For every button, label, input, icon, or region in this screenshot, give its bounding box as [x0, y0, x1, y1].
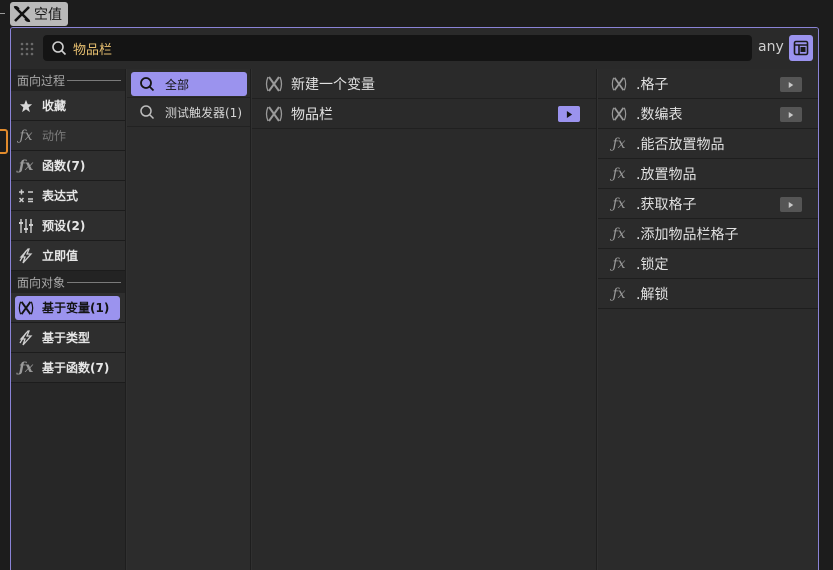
fx-icon: ƒx [18, 359, 34, 376]
category-column: 面向过程 收藏 ƒx 动作 ƒx 函数(7) 表达式 预设(2) 立即值 面向对… [11, 69, 126, 570]
member-item[interactable]: .格子 [598, 69, 818, 99]
section-title-process: 面向过程 [11, 69, 125, 91]
drag-handle-icon[interactable] [19, 41, 35, 57]
star-icon [17, 97, 35, 115]
category-favorites[interactable]: 收藏 [11, 91, 125, 121]
variable-item[interactable]: 物品栏 [252, 99, 596, 129]
variable-x-icon [265, 105, 283, 122]
filter-all[interactable]: 全部 [127, 69, 250, 98]
new-variable-item[interactable]: 新建一个变量 [252, 69, 596, 99]
variable-x-icon [610, 75, 628, 93]
window-layout-icon [793, 40, 809, 56]
section-title-object: 面向对象 [11, 271, 125, 293]
fx-icon: ƒx [612, 255, 626, 272]
filter-test-trigger[interactable]: 测试触发器(1) [127, 98, 250, 127]
category-immediate-value[interactable]: 立即值 [11, 241, 125, 271]
search-icon [140, 77, 155, 92]
category-expressions[interactable]: 表达式 [11, 181, 125, 211]
expand-submenu-button[interactable] [780, 107, 802, 122]
filter-column: 全部 测试触发器(1) [127, 69, 251, 570]
node-tag[interactable]: 空值 [10, 2, 68, 26]
fx-icon: ƒx [612, 135, 626, 152]
variable-x-icon [17, 299, 35, 317]
preset-icon [17, 217, 35, 235]
layout-toggle-button[interactable] [789, 35, 813, 61]
expand-submenu-button[interactable] [780, 197, 802, 212]
member-item[interactable]: ƒx .能否放置物品 [598, 129, 818, 159]
fx-icon: ƒx [18, 157, 34, 174]
node-search-popup: any 面向过程 收藏 ƒx 动作 ƒx 函数(7) 表达式 [10, 27, 819, 570]
member-item[interactable]: .数编表 [598, 99, 818, 129]
chevron-right-icon [788, 81, 794, 88]
category-actions[interactable]: ƒx 动作 [11, 121, 125, 151]
node-tag-label: 空值 [34, 7, 62, 23]
variable-x-icon [13, 6, 31, 22]
selection-outline [0, 129, 8, 154]
variable-column: 新建一个变量 物品栏 [252, 69, 597, 570]
category-by-type[interactable]: 基于类型 [11, 323, 125, 353]
expand-submenu-button[interactable] [780, 77, 802, 92]
chevron-right-icon [788, 111, 794, 118]
variable-x-icon [610, 105, 628, 123]
search-bar: any [11, 28, 818, 69]
category-by-function[interactable]: ƒx 基于函数(7) [11, 353, 125, 383]
member-item[interactable]: ƒx .放置物品 [598, 159, 818, 189]
search-box[interactable] [43, 35, 752, 61]
category-functions[interactable]: ƒx 函数(7) [11, 151, 125, 181]
chevron-right-icon [566, 110, 572, 118]
fx-icon: ƒx [612, 195, 626, 212]
search-input[interactable] [73, 40, 673, 56]
member-item[interactable]: ƒx .获取格子 [598, 189, 818, 219]
member-item[interactable]: ƒx .解锁 [598, 279, 818, 309]
lightning-icon [17, 247, 35, 265]
fx-icon: ƒx [612, 285, 626, 302]
fx-icon: ƒx [612, 165, 626, 182]
expand-submenu-button[interactable] [558, 106, 580, 122]
member-column: .格子 .数编表 ƒx .能否放置物品 ƒx .放置物品 ƒx .获取格子 ƒx… [598, 69, 818, 570]
category-presets[interactable]: 预设(2) [11, 211, 125, 241]
chevron-right-icon [788, 201, 794, 208]
lightning-icon [17, 329, 35, 347]
type-filter-label[interactable]: any [758, 39, 784, 55]
member-item[interactable]: ƒx .添加物品栏格子 [598, 219, 818, 249]
search-icon [140, 105, 155, 120]
fx-icon: ƒx [612, 225, 626, 242]
connector-line [0, 13, 5, 14]
member-item[interactable]: ƒx .锁定 [598, 249, 818, 279]
variable-x-icon [265, 75, 283, 92]
expression-icon [17, 187, 35, 205]
fx-icon: ƒx [19, 127, 33, 144]
search-icon [52, 41, 67, 56]
category-by-variable[interactable]: 基于变量(1) [11, 293, 125, 323]
